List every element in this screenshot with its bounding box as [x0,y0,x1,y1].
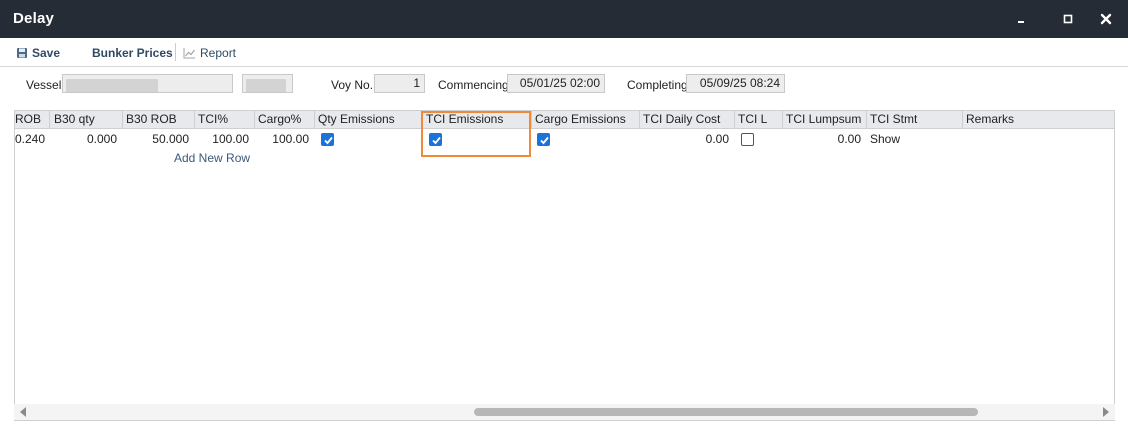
save-icon [17,48,27,58]
vessel-code-redacted [246,79,286,92]
col-header-qty-emissions[interactable]: Qty Emissions [315,111,423,128]
col-header-tci-lumpsum[interactable]: TCI Lumpsum [783,111,867,128]
scroll-left-icon[interactable] [18,407,28,417]
cell-b30-qty[interactable]: 0.000 [51,129,123,149]
cell-cargo-pct[interactable]: 100.00 [255,129,315,149]
toolbar-divider [175,43,176,61]
col-header-tci-emissions[interactable]: TCI Emissions [423,111,532,128]
tci-l-checkbox[interactable] [741,133,754,146]
table-row[interactable]: 0.240 0.000 50.000 100.00 100.00 0.00 0.… [15,129,1114,149]
voyage-form: Vessel Voy No. 1 Commencing 05/01/25 02:… [0,72,1128,96]
check-icon [324,136,333,145]
grid-header: ROB B30 qty B30 ROB TCI% Cargo% Qty Emis… [15,111,1114,129]
title-bar: Delay [0,0,1128,38]
check-icon [540,136,549,145]
delay-grid: ROB B30 qty B30 ROB TCI% Cargo% Qty Emis… [14,110,1115,421]
cargo-emissions-checkbox[interactable] [537,133,550,146]
completing-label: Completing [627,78,688,92]
col-header-tci-stmt[interactable]: TCI Stmt [867,111,963,128]
bunker-prices-button[interactable]: Bunker Prices [92,46,173,60]
col-header-tci-l[interactable]: TCI L [735,111,783,128]
col-header-cargo-emissions[interactable]: Cargo Emissions [532,111,640,128]
close-icon[interactable] [1097,10,1115,28]
tci-emissions-checkbox[interactable] [429,133,442,146]
save-label: Save [32,46,61,60]
vessel-label: Vessel [26,78,62,92]
window-title: Delay [13,10,55,27]
col-header-tci-pct[interactable]: TCI% [195,111,255,128]
check-icon [432,136,441,145]
col-header-remarks[interactable]: Remarks [963,111,1114,128]
commencing-label: Commencing [438,78,509,92]
col-header-cargo-pct[interactable]: Cargo% [255,111,315,128]
qty-emissions-checkbox[interactable] [321,133,334,146]
add-new-row-link[interactable]: Add New Row [174,151,250,165]
maximize-icon[interactable] [1059,10,1077,28]
save-button[interactable]: Save [16,46,60,60]
report-button[interactable]: Report [183,46,236,60]
voy-no-label: Voy No. [331,78,374,92]
cell-rob[interactable]: 0.240 [15,129,51,149]
report-label: Report [200,46,237,60]
cell-tci-pct[interactable]: 100.00 [195,129,255,149]
completing-field[interactable]: 05/09/25 08:24 [686,74,785,93]
commencing-field[interactable]: 05/01/25 02:00 [507,74,605,93]
cell-tci-lumpsum[interactable]: 0.00 [783,129,867,149]
vessel-code-field[interactable] [242,74,293,93]
horizontal-scrollbar[interactable] [14,404,1115,420]
cell-b30-rob[interactable]: 50.000 [123,129,195,149]
vessel-field[interactable] [62,74,233,93]
cell-tci-stmt[interactable]: Show [870,129,960,149]
chart-icon [183,48,195,59]
col-header-b30-qty[interactable]: B30 qty [51,111,123,128]
scroll-right-icon[interactable] [1101,407,1111,417]
col-header-tci-daily-cost[interactable]: TCI Daily Cost [640,111,735,128]
cell-tci-daily-cost[interactable]: 0.00 [640,129,735,149]
bunker-prices-label: Bunker Prices [92,46,173,60]
col-header-rob[interactable]: ROB [15,111,50,128]
cell-remarks[interactable] [966,129,1114,149]
vessel-name-redacted [66,79,158,92]
scrollbar-thumb[interactable] [474,408,978,416]
minimize-icon[interactable] [1012,10,1030,28]
voy-no-field[interactable]: 1 [374,74,425,93]
col-header-b30-rob[interactable]: B30 ROB [123,111,195,128]
